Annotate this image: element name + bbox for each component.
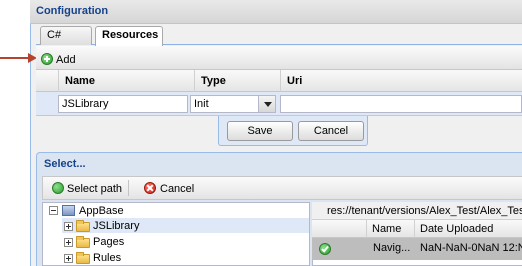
dialog-cancel-button[interactable]: Cancel — [160, 183, 194, 195]
tree-item-rules[interactable]: Rules — [93, 250, 121, 266]
save-button[interactable]: Save — [227, 121, 293, 141]
tree-item-appbase[interactable]: AppBase — [79, 203, 124, 219]
collapse-icon[interactable] — [49, 206, 58, 215]
uri-input[interactable] — [280, 95, 522, 113]
resources-toolbar — [36, 46, 522, 70]
column-header-uri[interactable]: Uri — [280, 70, 522, 92]
chevron-down-icon — [264, 102, 272, 107]
resource-name-cell: Navig... — [373, 242, 411, 254]
tab-csharp-code[interactable]: C# Code — [40, 26, 92, 58]
tree-item-jslibrary[interactable]: JSLibrary — [93, 218, 139, 234]
type-dropdown-button[interactable] — [258, 96, 275, 112]
resource-date-cell: NaN-NaN-0NaN 12:NaN P — [420, 242, 522, 254]
select-path-icon[interactable] — [52, 182, 64, 194]
column-header-type[interactable]: Type — [194, 70, 280, 92]
add-icon[interactable] — [41, 53, 53, 65]
select-dialog-title: Select... — [44, 158, 86, 170]
cancel-icon[interactable] — [144, 182, 156, 194]
tree-item-pages[interactable]: Pages — [93, 234, 124, 250]
column-header-name[interactable]: Name — [366, 220, 414, 238]
expand-icon[interactable] — [64, 254, 73, 263]
select-path-button[interactable]: Select path — [67, 183, 122, 195]
expand-icon[interactable] — [64, 238, 73, 247]
folder-icon — [76, 236, 90, 248]
column-header-name[interactable]: Name — [58, 70, 194, 92]
expand-icon[interactable] — [64, 222, 73, 231]
name-input[interactable] — [58, 95, 188, 113]
folder-icon — [76, 252, 90, 264]
tab-resources[interactable]: Resources — [95, 26, 163, 46]
resource-path: res://tenant/versions/Alex_Test/Alex_Tes… — [327, 205, 522, 217]
folder-icon — [76, 220, 90, 232]
toolbar-separator — [128, 180, 129, 196]
checkmark-icon — [319, 243, 331, 255]
cancel-button[interactable]: Cancel — [298, 121, 364, 141]
column-header-date-uploaded[interactable]: Date Uploaded — [414, 220, 522, 238]
appbase-icon — [62, 205, 75, 216]
panel-title: Configuration — [36, 5, 109, 17]
pointer-arrow-line — [0, 57, 30, 59]
add-button[interactable]: Add — [56, 54, 76, 66]
